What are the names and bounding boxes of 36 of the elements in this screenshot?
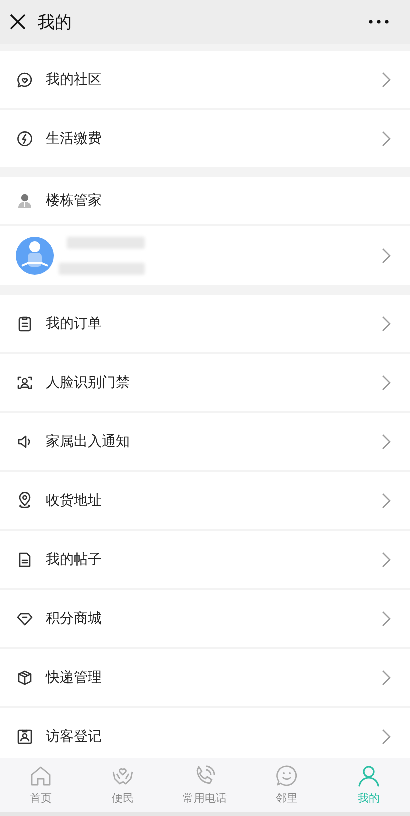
section-title: 楼栋管家 (46, 192, 103, 210)
chevron-right-icon (382, 72, 391, 88)
clipboard-icon (16, 314, 34, 332)
chevron-right-icon (382, 610, 391, 626)
chevron-right-icon (382, 492, 391, 508)
menu-item[interactable]: 收货地址 (0, 472, 410, 529)
more-icon (369, 20, 389, 24)
chevron-right-icon (382, 248, 391, 264)
close-icon (10, 14, 26, 30)
menu-item[interactable]: 生活缴费 (0, 110, 410, 167)
chevron-right-icon (382, 316, 391, 332)
chevron-right-icon (382, 374, 391, 390)
menu-item[interactable]: 访客登记 (0, 708, 410, 758)
home-icon (29, 764, 53, 788)
box-icon (16, 668, 34, 686)
chevron-right-icon (382, 130, 391, 146)
chevron-right-icon (382, 552, 391, 568)
avatar-icon (16, 236, 54, 274)
profile-card[interactable] (0, 226, 410, 285)
menu-item[interactable]: 我的社区 (0, 51, 410, 108)
chevron-right-icon (382, 728, 391, 744)
smiley-icon (275, 764, 299, 788)
chat-heart-icon (16, 70, 34, 88)
person-icon (357, 764, 381, 788)
menu-item[interactable]: 积分商城 (0, 590, 410, 647)
page-title: 我的 (38, 12, 73, 34)
chevron-right-icon (382, 670, 391, 686)
chevron-right-icon (382, 434, 391, 450)
menu-item[interactable]: 我的订单 (0, 295, 410, 352)
menu-item[interactable]: 家属出入通知 (0, 413, 410, 470)
lightning-icon (16, 130, 34, 148)
person-icon (16, 192, 34, 210)
menu-item[interactable]: 我的帖子 (0, 531, 410, 588)
id-card-icon (16, 728, 34, 746)
menu-item[interactable]: 快递管理 (0, 649, 410, 706)
menu-item[interactable]: 人脸识别门禁 (0, 354, 410, 411)
